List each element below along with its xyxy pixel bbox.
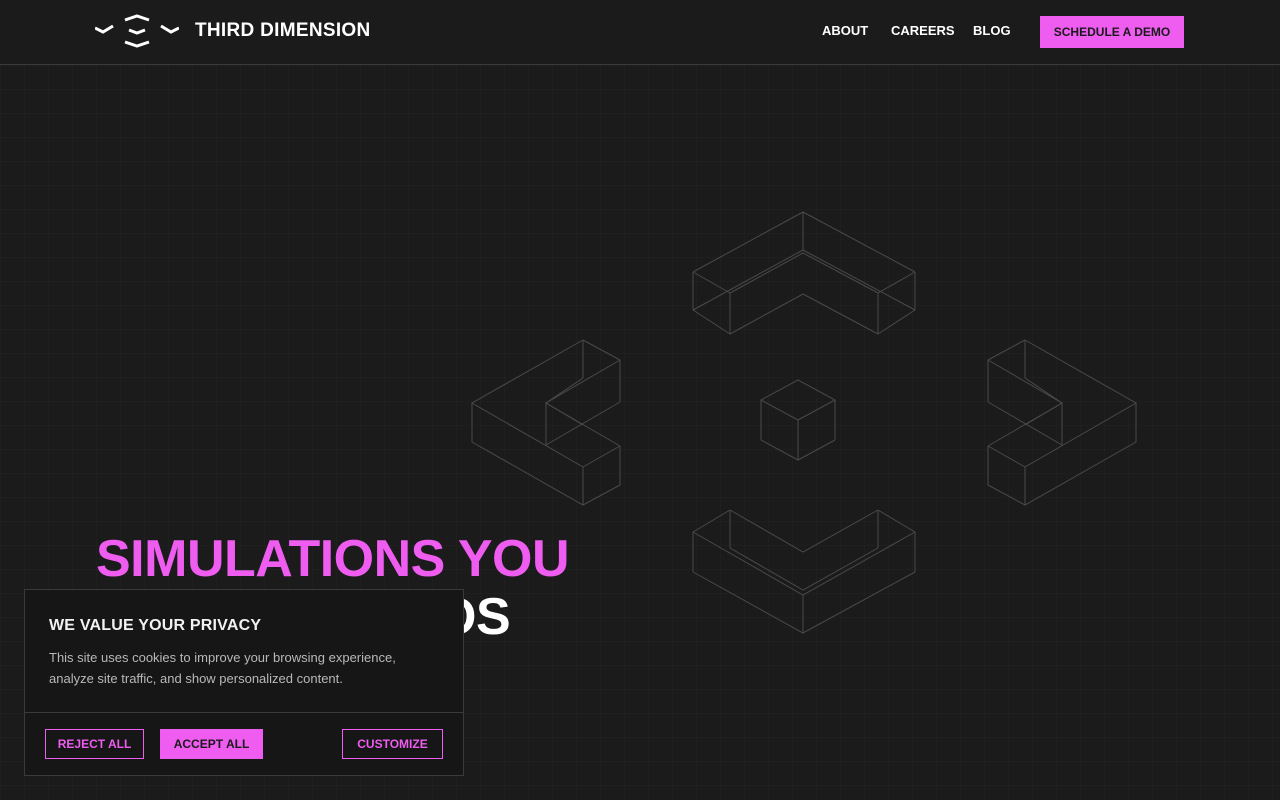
cookie-banner-title: WE VALUE YOUR PRIVACY — [49, 617, 262, 634]
customize-button[interactable]: CUSTOMIZE — [342, 729, 443, 759]
hero-title-line1: SIMULATIONS YOU — [96, 530, 570, 588]
cookie-banner-text: This site uses cookies to improve your b… — [49, 650, 396, 686]
accept-all-button[interactable]: ACCEPT ALL — [160, 729, 263, 759]
cookie-banner-divider — [25, 712, 463, 713]
cookie-consent-banner: WE VALUE YOUR PRIVACY This site uses coo… — [24, 589, 464, 776]
reject-all-button[interactable]: REJECT ALL — [45, 729, 144, 759]
